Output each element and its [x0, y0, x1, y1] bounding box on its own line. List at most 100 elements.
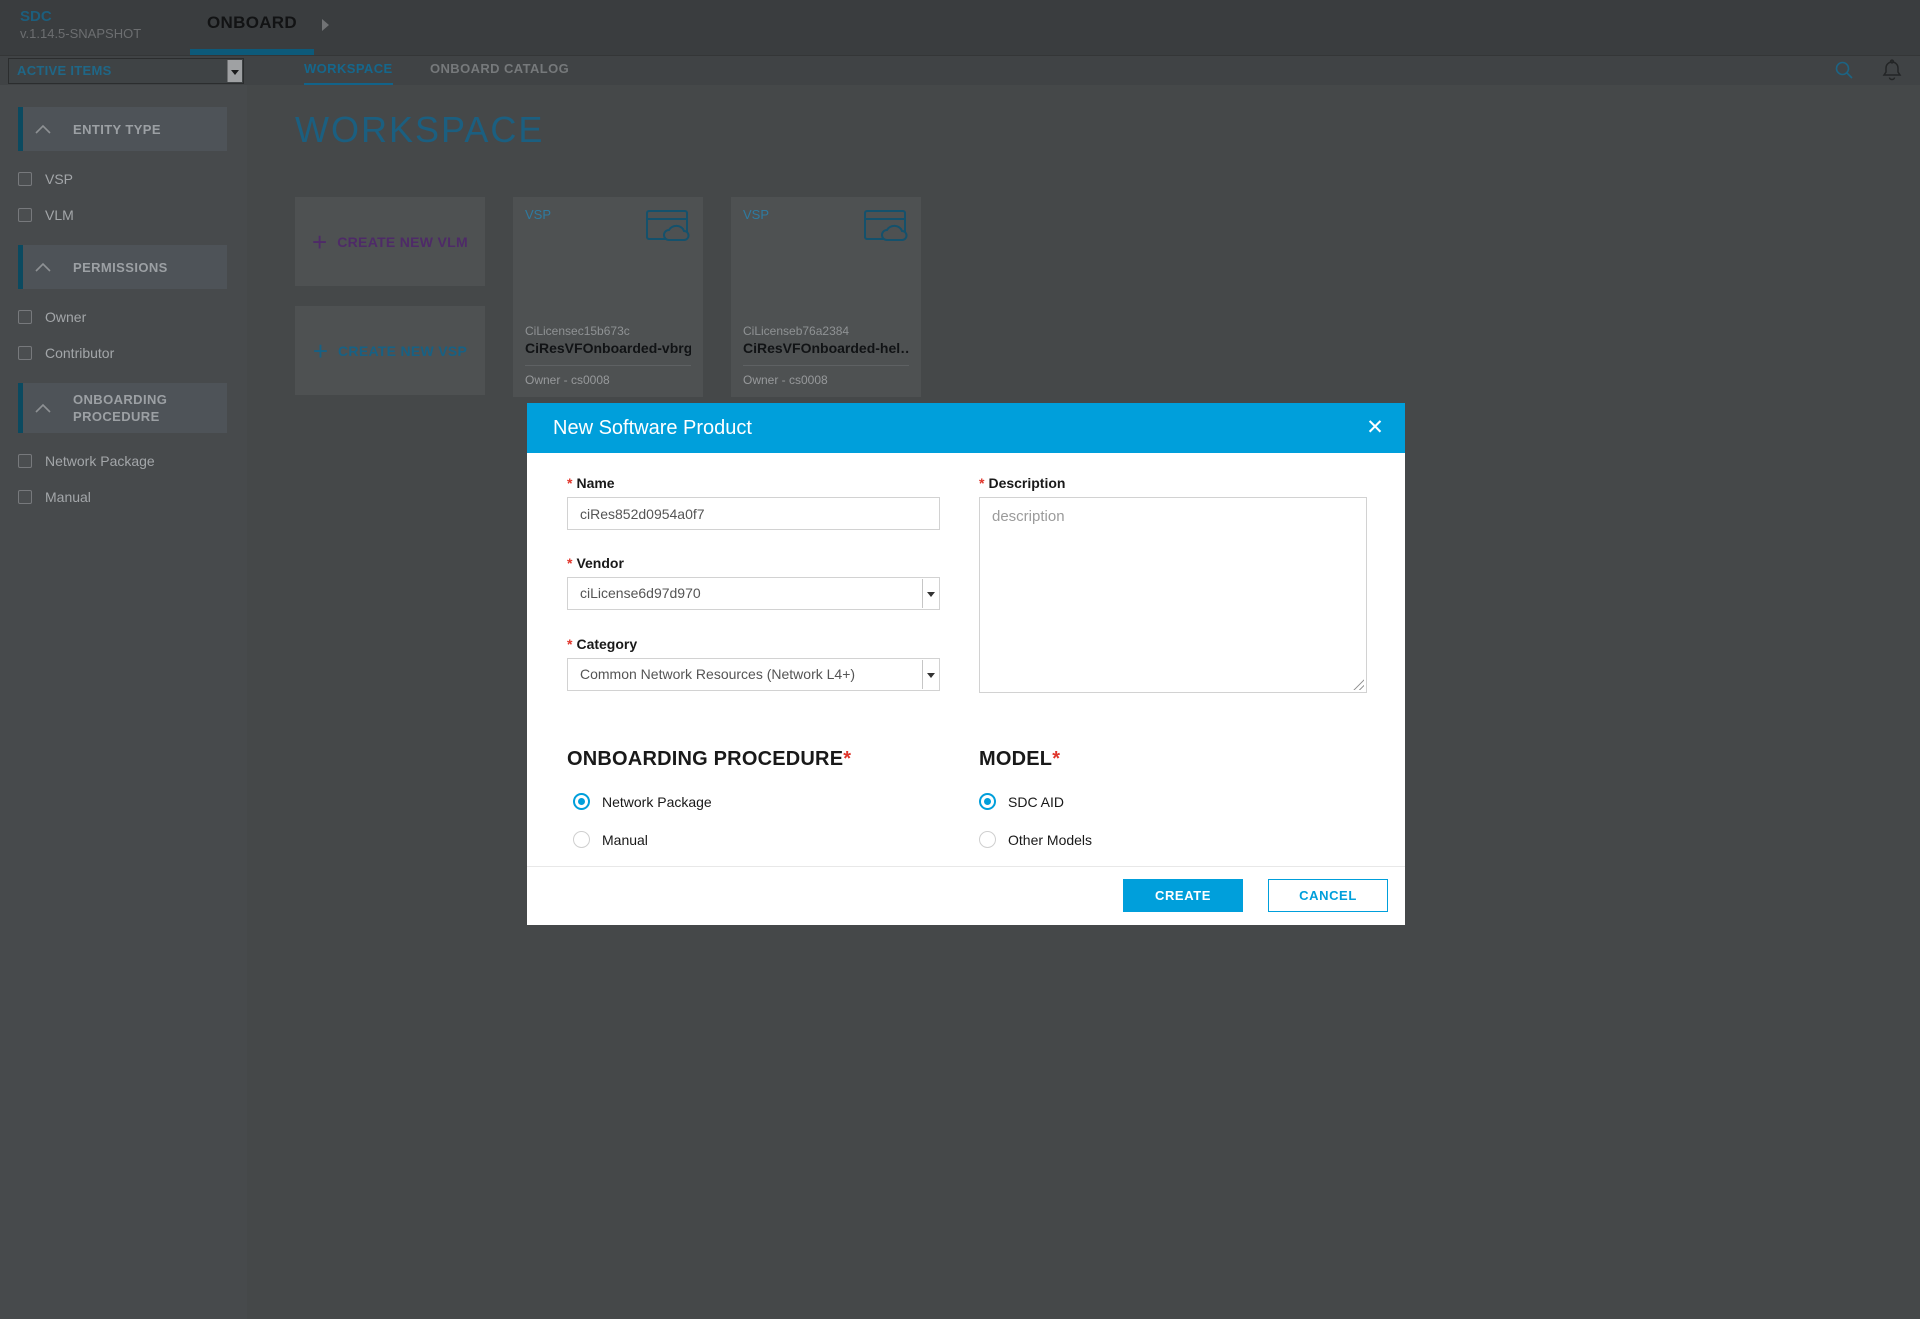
filters-sidebar: ENTITY TYPE VSP VLM PERMISSIONS Owner Co…: [0, 85, 247, 1319]
create-new-vlm-button[interactable]: + CREATE NEW VLM: [295, 197, 485, 286]
app-header: SDC v.1.14.5-SNAPSHOT ONBOARD: [0, 0, 1920, 55]
onboarding-procedure-heading: ONBOARDING PROCEDURE*: [567, 748, 851, 771]
tab-workspace[interactable]: WORKSPACE: [304, 56, 393, 86]
filter-item-label: VLM: [45, 207, 74, 223]
section-label: PERMISSIONS: [73, 259, 168, 276]
tab-onboard-label: ONBOARD: [190, 0, 314, 46]
vendor-select[interactable]: ciLicense6d97d970: [567, 577, 940, 610]
required-marker: *: [567, 555, 572, 571]
app-logo: SDC v.1.14.5-SNAPSHOT: [20, 8, 141, 41]
select-arrow-icon: [922, 660, 938, 689]
required-marker: *: [567, 636, 572, 652]
filter-item-label: Contributor: [45, 345, 114, 361]
checkbox[interactable]: [18, 208, 32, 222]
chevron-up-icon: [35, 124, 51, 134]
checkbox[interactable]: [18, 310, 32, 324]
vendor-label: *Vendor: [567, 555, 624, 571]
filter-item-manual[interactable]: Manual: [18, 489, 247, 505]
chevron-up-icon: [35, 262, 51, 272]
required-marker: *: [1052, 748, 1060, 770]
category-select-value: Common Network Resources (Network L4+): [580, 666, 855, 682]
new-software-product-modal: New Software Product ✕ *Name *Vendor ciL…: [527, 403, 1405, 925]
vendor-select-value: ciLicense6d97d970: [580, 585, 701, 601]
card-name: CiResVFOnboarded-hel…: [743, 339, 909, 357]
card-info: CiLicenseb76a2384 CiResVFOnboarded-hel… …: [743, 323, 909, 387]
category-label: *Category: [567, 636, 637, 652]
filter-item-label: Network Package: [45, 453, 155, 469]
name-label: *Name: [567, 475, 615, 491]
sub-header: ACTIVE ITEMS WORKSPACE ONBOARD CATALOG: [0, 55, 1920, 85]
nav-expand-arrow-icon[interactable]: [322, 19, 329, 31]
name-input[interactable]: [567, 497, 940, 530]
checkbox[interactable]: [18, 490, 32, 504]
radio-label: Other Models: [1008, 832, 1092, 848]
radio-sdc-aid[interactable]: SDC AID: [979, 793, 1064, 810]
create-new-vsp-button[interactable]: + CREATE NEW VSP: [295, 306, 485, 395]
description-textarea[interactable]: description: [979, 497, 1367, 693]
card-vendor: CiLicenseb76a2384: [743, 323, 909, 339]
radio-label: Network Package: [602, 794, 712, 810]
filter-item-owner[interactable]: Owner: [18, 309, 247, 325]
radio-button-selected[interactable]: [979, 793, 996, 810]
page-title: WORKSPACE: [295, 109, 544, 151]
tab-onboard-catalog[interactable]: ONBOARD CATALOG: [430, 56, 569, 86]
app-version: v.1.14.5-SNAPSHOT: [20, 26, 141, 41]
checkbox[interactable]: [18, 454, 32, 468]
chevron-up-icon: [35, 403, 51, 413]
card-owner: Owner - cs0008: [743, 373, 909, 387]
section-onboarding-procedure[interactable]: ONBOARDING PROCEDURE: [18, 383, 227, 433]
close-icon[interactable]: ✕: [1361, 414, 1389, 442]
checkbox[interactable]: [18, 346, 32, 360]
radio-button[interactable]: [979, 831, 996, 848]
filter-item-vsp[interactable]: VSP: [18, 171, 247, 187]
notifications-bell-icon[interactable]: [1882, 59, 1902, 81]
vsp-card[interactable]: VSP CiLicenseb76a2384 CiResVFOnboarded-h…: [731, 197, 921, 397]
modal-header: New Software Product ✕: [527, 403, 1405, 453]
cancel-button[interactable]: CANCEL: [1268, 879, 1388, 912]
radio-label: SDC AID: [1008, 794, 1064, 810]
create-new-vsp-label: CREATE NEW VSP: [338, 343, 467, 359]
active-items-label: ACTIVE ITEMS: [17, 63, 112, 78]
required-marker: *: [843, 748, 851, 770]
section-permissions[interactable]: PERMISSIONS: [18, 245, 227, 289]
card-vendor: CiLicensec15b673c: [525, 323, 691, 339]
category-select[interactable]: Common Network Resources (Network L4+): [567, 658, 940, 691]
filter-item-label: VSP: [45, 171, 73, 187]
required-marker: *: [979, 475, 984, 491]
section-entity-type[interactable]: ENTITY TYPE: [18, 107, 227, 151]
filter-item-label: Manual: [45, 489, 91, 505]
card-info: CiLicensec15b673c CiResVFOnboarded-vbrg……: [525, 323, 691, 387]
app-name: SDC: [20, 8, 141, 26]
section-label: ENTITY TYPE: [73, 121, 161, 138]
radio-manual[interactable]: Manual: [573, 831, 648, 848]
radio-button[interactable]: [573, 831, 590, 848]
card-owner: Owner - cs0008: [525, 373, 691, 387]
search-icon[interactable]: [1834, 60, 1854, 80]
filter-item-network-package[interactable]: Network Package: [18, 453, 247, 469]
active-items-select[interactable]: ACTIVE ITEMS: [8, 58, 244, 84]
radio-network-package[interactable]: Network Package: [573, 793, 712, 810]
radio-button-selected[interactable]: [573, 793, 590, 810]
filter-item-label: Owner: [45, 309, 86, 325]
vsp-card[interactable]: VSP CiLicensec15b673c CiResVFOnboarded-v…: [513, 197, 703, 397]
radio-other-models[interactable]: Other Models: [979, 831, 1092, 848]
create-new-vlm-label: CREATE NEW VLM: [337, 234, 468, 250]
checkbox[interactable]: [18, 172, 32, 186]
description-label: *Description: [979, 475, 1065, 491]
description-placeholder: description: [992, 508, 1065, 525]
radio-label: Manual: [602, 832, 648, 848]
modal-title: New Software Product: [553, 417, 752, 440]
create-button[interactable]: CREATE: [1123, 879, 1243, 912]
vsp-cloud-icon: [645, 209, 691, 245]
filter-item-vlm[interactable]: VLM: [18, 207, 247, 223]
workspace-grid: + CREATE NEW VLM + CREATE NEW VSP VSP Ci…: [295, 197, 921, 397]
plus-icon: +: [313, 341, 328, 361]
select-arrow-icon: [227, 60, 242, 82]
card-divider: [743, 365, 909, 366]
modal-footer: CREATE CANCEL: [527, 866, 1405, 925]
section-label: ONBOARDING PROCEDURE: [73, 391, 193, 425]
model-heading: MODEL*: [979, 748, 1060, 771]
filter-item-contributor[interactable]: Contributor: [18, 345, 247, 361]
card-name: CiResVFOnboarded-vbrg…: [525, 339, 691, 357]
tab-onboard[interactable]: ONBOARD: [190, 0, 314, 55]
